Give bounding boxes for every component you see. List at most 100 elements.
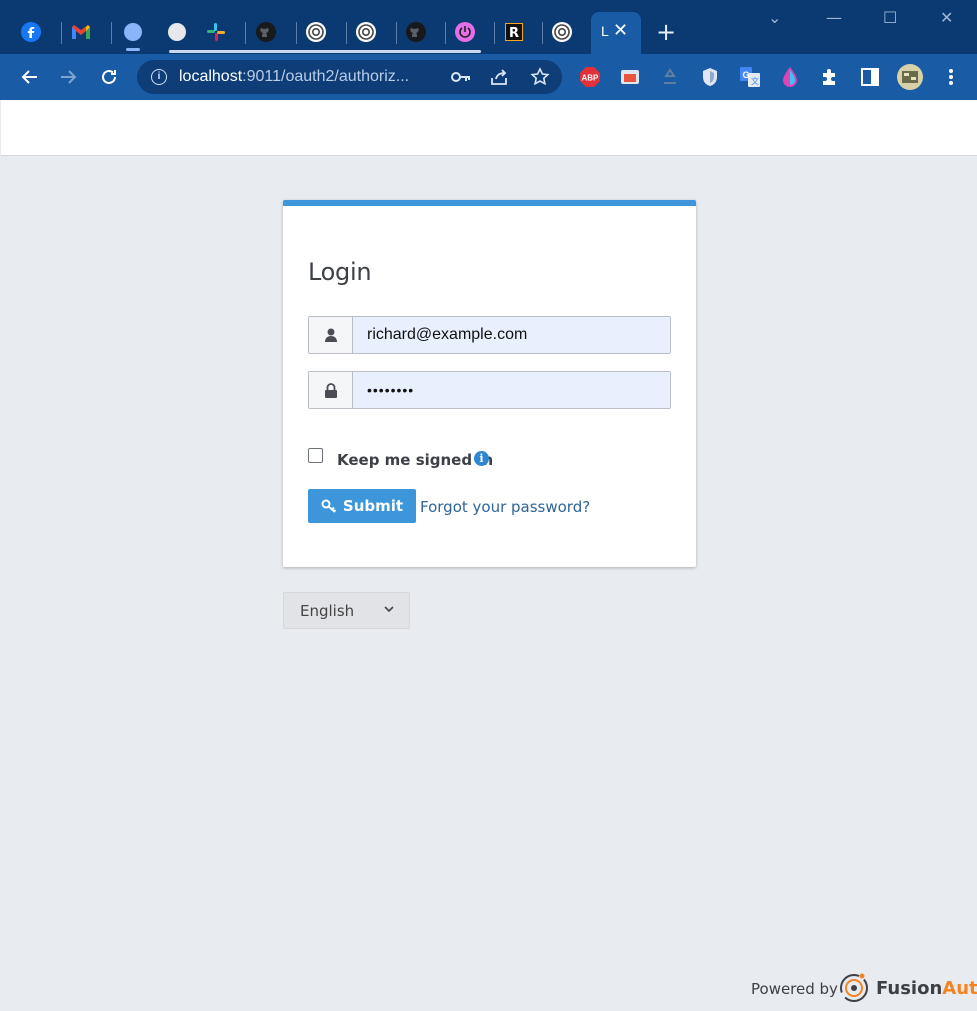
drop-extension[interactable] — [779, 66, 801, 88]
email-input[interactable]: richard@example.com — [353, 317, 670, 353]
submit-label: Submit — [342, 497, 404, 515]
password-field[interactable]: •••••••• — [308, 371, 671, 409]
recycle-icon — [664, 68, 676, 84]
reload-icon — [102, 69, 116, 84]
tab-separator — [346, 22, 347, 44]
reload-button[interactable] — [95, 63, 123, 91]
password-addon — [309, 372, 353, 408]
share-icon[interactable] — [490, 68, 510, 86]
tab-separator — [396, 22, 397, 44]
tab-active-login[interactable]: L ✕ — [591, 12, 641, 54]
abp-icon: ABP — [580, 67, 600, 87]
shield-extension[interactable] — [699, 66, 721, 88]
email-addon — [309, 317, 353, 353]
active-tab-title: L — [601, 23, 609, 39]
forward-button[interactable] — [55, 63, 83, 91]
tab-slack[interactable] — [198, 14, 234, 50]
github-icon — [406, 22, 426, 42]
bookmark-star-icon[interactable] — [530, 67, 550, 87]
url-host: localhost — [179, 68, 243, 85]
forgot-password-link[interactable]: Forgot your password? — [420, 498, 590, 516]
tab-audio-indicator — [126, 48, 140, 51]
key-icon — [321, 499, 337, 513]
brand-auth: Auth — [942, 978, 977, 999]
brand-fusion: Fusion — [876, 978, 943, 999]
puzzle-icon — [823, 69, 835, 85]
tab-separator — [494, 22, 495, 44]
language-select[interactable]: English — [283, 592, 410, 629]
tab-separator — [296, 22, 297, 44]
tab-separator — [542, 22, 543, 44]
translate-icon: G文 — [740, 67, 760, 87]
language-selected-value: English — [300, 601, 355, 620]
tab-group-underline — [169, 50, 481, 53]
powered-by-label: Powered by — [751, 980, 838, 998]
page-header-bar — [1, 100, 977, 156]
svg-text:文: 文 — [751, 76, 759, 86]
keep-signed-in-checkbox[interactable] — [308, 448, 323, 463]
adblock-extension[interactable]: ABP — [579, 66, 601, 88]
r-icon: R — [505, 23, 523, 41]
user-icon — [324, 328, 337, 342]
site-info-icon[interactable]: i — [151, 69, 167, 85]
tab-search-icon[interactable]: ⌄ — [768, 8, 781, 27]
chrome-menu-button[interactable] — [940, 66, 962, 88]
key-icon[interactable] — [451, 71, 471, 83]
minimize-icon[interactable]: — — [826, 8, 842, 27]
close-tab-icon[interactable]: ✕ — [613, 20, 628, 41]
maximize-icon[interactable]: ☐ — [883, 8, 897, 27]
tab-fusionauth-3[interactable] — [544, 14, 580, 50]
address-url[interactable]: localhost:9011/oauth2/authoriz... — [179, 68, 409, 86]
side-panel-button[interactable] — [859, 66, 881, 88]
login-panel: Login richard@example.com •••••••• Keep … — [283, 200, 696, 567]
tab-gmail[interactable] — [63, 14, 99, 50]
url-path: :9011/oauth2/authoriz... — [242, 68, 410, 85]
email-field[interactable]: richard@example.com — [308, 316, 671, 354]
close-window-icon[interactable]: ✕ — [940, 8, 953, 27]
profile-avatar — [897, 64, 923, 90]
shield-icon — [703, 68, 717, 86]
login-title: Login — [308, 258, 372, 286]
tab-r[interactable]: R — [496, 14, 532, 50]
menu-icon — [949, 69, 953, 85]
fusionauth-brand[interactable]: FusionAuth — [876, 978, 977, 999]
tab-fusionauth-2[interactable] — [348, 14, 384, 50]
browser-toolbar: i localhost:9011/oauth2/authoriz... ABP … — [0, 54, 977, 100]
fusionauth-icon — [306, 22, 326, 42]
password-input[interactable]: •••••••• — [353, 372, 670, 408]
facebook-icon — [21, 22, 41, 42]
tab-github-1[interactable] — [248, 14, 284, 50]
tab-separator — [245, 22, 246, 44]
tab-separator — [61, 22, 62, 44]
tab-power[interactable] — [447, 14, 483, 50]
info-icon[interactable]: i — [474, 451, 489, 466]
extensions-button[interactable] — [819, 66, 841, 88]
fusionauth-icon — [356, 22, 376, 42]
forward-arrow-icon — [61, 70, 77, 84]
drop-icon — [783, 67, 797, 87]
gray-dot-icon — [168, 23, 186, 41]
tab-facebook[interactable] — [13, 14, 49, 50]
chevron-down-icon — [384, 606, 394, 613]
new-tab-button[interactable]: + — [656, 18, 676, 46]
sidepanel-icon — [861, 68, 879, 86]
translate-extension[interactable]: G文 — [739, 66, 761, 88]
svg-text:R: R — [509, 26, 519, 41]
abp-label: ABP — [582, 74, 600, 83]
recycle-extension[interactable] — [659, 66, 681, 88]
submit-button[interactable]: Submit — [308, 489, 416, 523]
tab-gray-dot[interactable] — [159, 14, 195, 50]
profile-button[interactable] — [897, 64, 923, 90]
tab-strip: R L ✕ + ⌄ — ☐ ✕ — [0, 0, 977, 54]
keep-signed-in-label[interactable]: Keep me signed in — [337, 451, 493, 469]
cast-extension[interactable] — [619, 66, 641, 88]
fusionauth-icon — [552, 22, 572, 42]
back-arrow-icon — [21, 70, 37, 84]
tab-github-2[interactable] — [398, 14, 434, 50]
back-button[interactable] — [15, 63, 43, 91]
tab-blue-dot[interactable] — [115, 14, 151, 50]
tab-fusionauth-1[interactable] — [298, 14, 334, 50]
github-icon — [256, 22, 276, 42]
gmail-icon — [72, 25, 90, 39]
address-bar[interactable]: i localhost:9011/oauth2/authoriz... — [137, 60, 562, 94]
